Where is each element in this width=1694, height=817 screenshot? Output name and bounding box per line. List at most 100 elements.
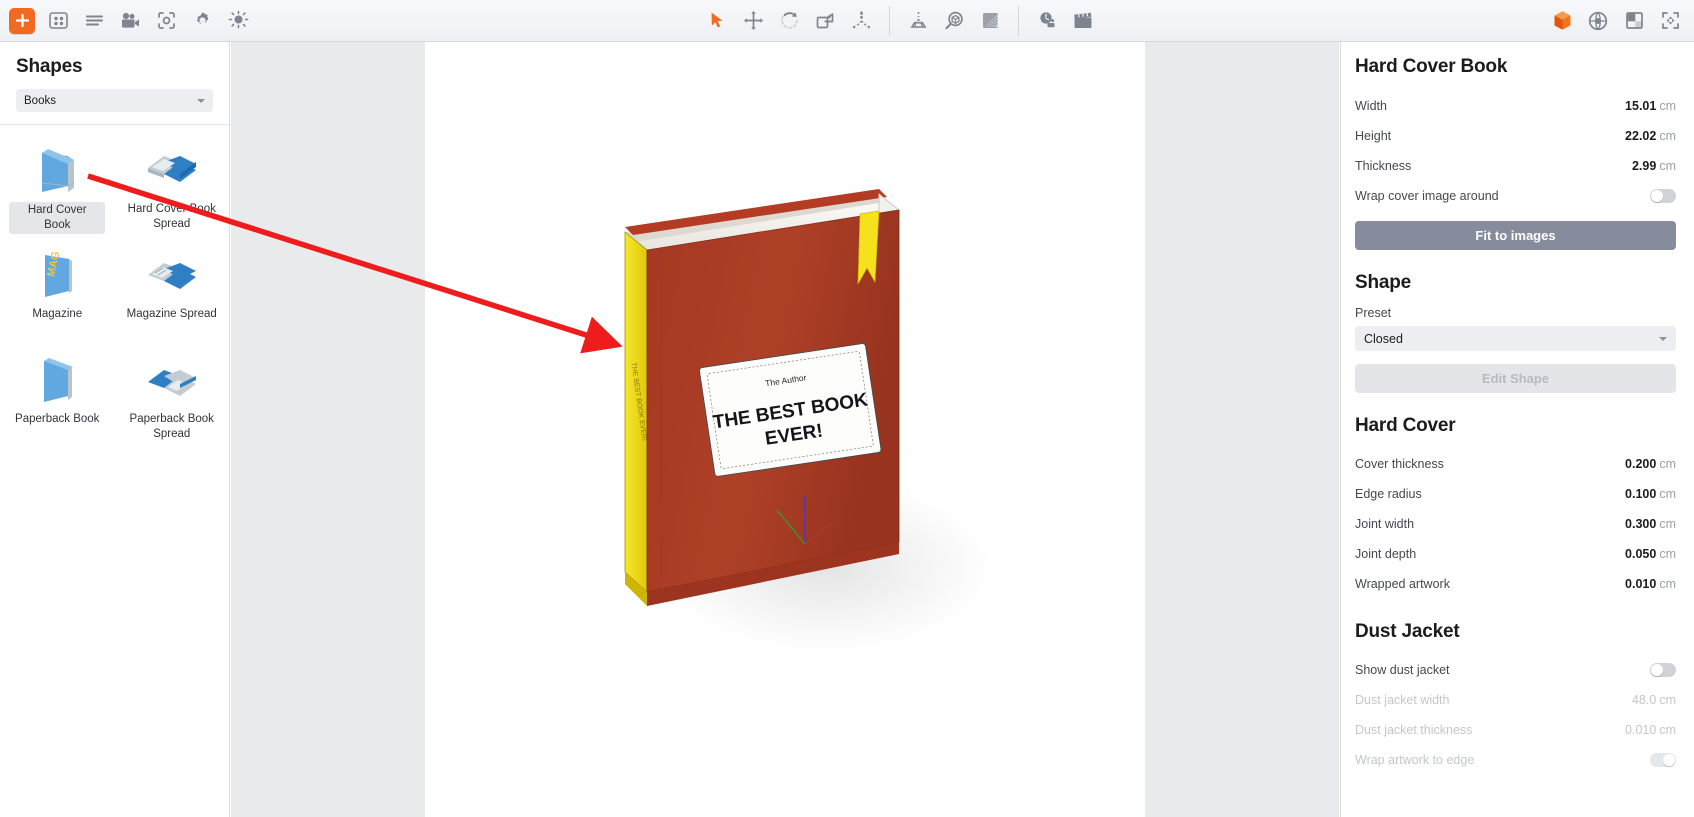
magazine-thumb: MAG — [24, 248, 90, 304]
add-icon[interactable] — [9, 7, 35, 34]
property-row-show-dust-jacket: Show dust jacket — [1355, 655, 1676, 685]
property-unit: cm — [1659, 547, 1676, 561]
property-row-cover-thickness: Cover thickness 0.200 cm — [1355, 449, 1676, 479]
property-value[interactable]: 0.200 cm — [1625, 457, 1676, 471]
property-unit: cm — [1659, 693, 1676, 707]
light-bulb-icon[interactable] — [220, 3, 256, 39]
property-label: Wrap artwork to edge — [1355, 753, 1475, 767]
shape-category-value: Books — [24, 94, 56, 107]
toggle-knob — [1651, 664, 1663, 676]
gradient-icon[interactable] — [972, 3, 1008, 39]
shapes-panel-header: Shapes Books — [0, 42, 229, 125]
perspective-icon[interactable] — [900, 3, 936, 39]
hard-cover-section-title: Hard Cover — [1355, 415, 1456, 436]
property-value[interactable]: 0.300 cm — [1625, 517, 1676, 531]
property-unit: cm — [1659, 577, 1676, 591]
property-value[interactable]: 15.01 cm — [1625, 99, 1676, 113]
property-unit: cm — [1659, 99, 1676, 113]
gear-icon[interactable] — [184, 3, 220, 39]
sphere-icon[interactable] — [1580, 3, 1616, 39]
shape-grid: Hard Cover Book Hard Cover Book Spread M… — [0, 125, 229, 454]
clapperboard-icon[interactable] — [1065, 3, 1101, 39]
distribute-icon[interactable] — [843, 3, 879, 39]
property-row-height: Height 22.02 cm — [1355, 121, 1676, 151]
edit-shape-button[interactable]: Edit Shape — [1355, 364, 1676, 393]
fit-to-images-button[interactable]: Fit to images — [1355, 221, 1676, 250]
zoom-object-icon[interactable] — [936, 3, 972, 39]
property-value[interactable]: 0.100 cm — [1625, 487, 1676, 501]
shape-item-paperback-book-spread[interactable]: Paperback Book Spread — [115, 349, 230, 454]
property-value: 0.010 cm — [1625, 723, 1676, 737]
scale-icon[interactable] — [807, 3, 843, 39]
dust-jacket-section-title: Dust Jacket — [1355, 621, 1460, 642]
property-row-wrapped-artwork: Wrapped artwork 0.010 cm — [1355, 569, 1676, 599]
preset-label: Preset — [1355, 306, 1392, 320]
property-unit: cm — [1659, 129, 1676, 143]
property-unit: cm — [1659, 487, 1676, 501]
preset-select[interactable]: Closed — [1355, 326, 1676, 351]
property-label: Thickness — [1355, 159, 1412, 173]
grid-icon[interactable] — [40, 3, 76, 39]
shape-item-magazine-spread[interactable]: Magazine Spread — [115, 244, 230, 349]
property-unit: cm — [1659, 457, 1676, 471]
rotate-icon[interactable] — [771, 3, 807, 39]
property-number: 0.010 — [1625, 577, 1657, 591]
property-number: 0.300 — [1625, 517, 1657, 531]
shapes-panel: Shapes Books Hard Cover Book Hard Cover … — [0, 42, 230, 817]
shape-item-hard-cover-book-spread[interactable]: Hard Cover Book Spread — [115, 139, 230, 244]
property-unit: cm — [1659, 517, 1676, 531]
fullscreen-icon[interactable] — [1652, 3, 1688, 39]
shape-category-select[interactable]: Books — [16, 89, 213, 112]
viewport-3d[interactable]: THE BEST BOOK EVER! The Author THE BEST … — [231, 42, 1339, 817]
property-number: 2.99 — [1631, 159, 1657, 173]
camera-video-icon[interactable] — [112, 3, 148, 39]
shape-item-hard-cover-book[interactable]: Hard Cover Book — [0, 139, 115, 244]
image-corner-icon[interactable] — [1616, 3, 1652, 39]
snapshot-icon[interactable] — [148, 3, 184, 39]
axis-gizmo — [776, 496, 834, 545]
shape-item-label: Paperback Book — [15, 413, 100, 425]
property-value[interactable]: 0.050 cm — [1625, 547, 1676, 561]
property-number: 0.010 — [1625, 723, 1657, 737]
property-label: Wrapped artwork — [1355, 577, 1450, 591]
list-icon[interactable] — [76, 3, 112, 39]
property-value[interactable]: 22.02 cm — [1625, 129, 1676, 143]
property-label: Wrap cover image around — [1355, 189, 1499, 203]
add-button[interactable] — [4, 3, 40, 39]
toggle-knob — [1651, 190, 1663, 202]
timer-icon[interactable] — [1029, 3, 1065, 39]
toolbar-divider-2 — [1018, 5, 1019, 36]
chevron-down-icon — [1659, 336, 1667, 341]
property-label: Joint width — [1355, 517, 1415, 531]
book-3d-model[interactable]: THE BEST BOOK EVER! The Author THE BEST … — [617, 172, 917, 622]
shape-item-label: Magazine Spread — [126, 308, 217, 320]
select-arrow-icon[interactable] — [699, 3, 735, 39]
property-row-width: Width 15.01 cm — [1355, 91, 1676, 121]
shape-item-paperback-book[interactable]: Paperback Book — [0, 349, 115, 454]
wrap-cover-toggle[interactable] — [1650, 189, 1676, 203]
magazine-spread-thumb — [139, 248, 205, 304]
show-dust-jacket-toggle[interactable] — [1650, 663, 1676, 677]
shape-item-label: Magazine — [32, 308, 83, 320]
property-row-edge-radius: Edge radius 0.100 cm — [1355, 479, 1676, 509]
property-row-joint-width: Joint width 0.300 cm — [1355, 509, 1676, 539]
shape-item-magazine[interactable]: MAG Magazine — [0, 244, 115, 349]
property-label: Edge radius — [1355, 487, 1422, 501]
toolbar-right-group — [1544, 0, 1694, 42]
cube-icon[interactable] — [1544, 3, 1580, 39]
property-number: 22.02 — [1625, 129, 1657, 143]
move-icon[interactable] — [735, 3, 771, 39]
toggle-knob — [1663, 754, 1675, 766]
property-label: Cover thickness — [1355, 457, 1444, 471]
property-number: 0.050 — [1625, 547, 1657, 561]
property-value[interactable]: 2.99 cm — [1632, 159, 1676, 173]
hard-cover-book-spread-thumb — [139, 143, 205, 199]
property-row-joint-depth: Joint depth 0.050 cm — [1355, 539, 1676, 569]
shape-item-label: Hard Cover Book — [9, 202, 106, 234]
wrap-artwork-toggle[interactable] — [1650, 753, 1676, 767]
property-value[interactable]: 0.010 cm — [1625, 577, 1676, 591]
property-number: 0.100 — [1625, 487, 1657, 501]
property-label: Joint depth — [1355, 547, 1417, 561]
shape-section-title: Shape — [1355, 272, 1412, 293]
shape-item-label: Paperback Book Spread — [129, 413, 214, 440]
